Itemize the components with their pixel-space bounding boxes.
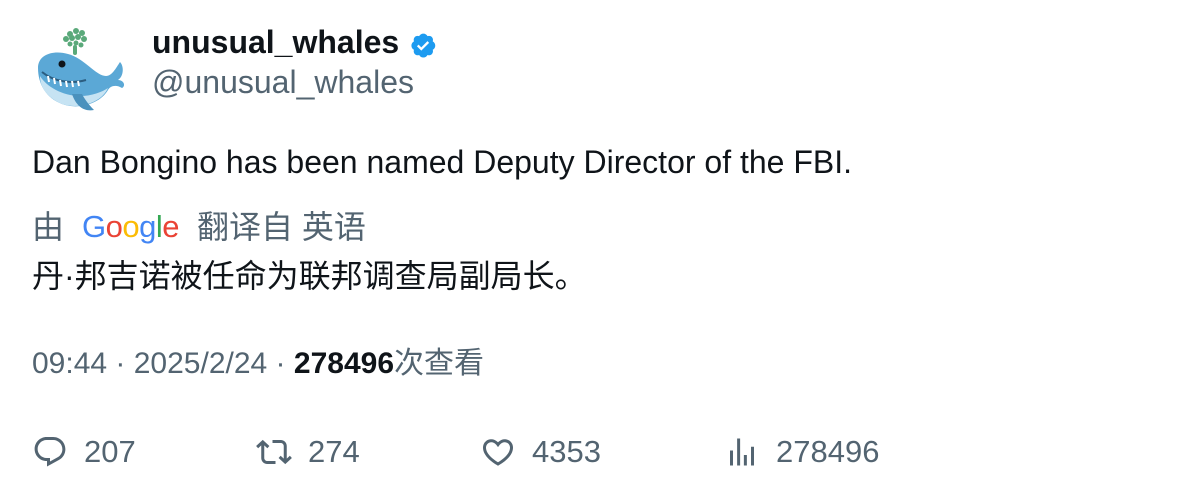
views-count: 278496 <box>293 347 394 380</box>
views-label: 次查看 <box>394 347 484 380</box>
heart-icon <box>482 439 514 466</box>
views-action-count: 278496 <box>776 434 880 469</box>
repost-button[interactable]: 274 <box>256 430 360 474</box>
reply-count: 207 <box>84 434 136 469</box>
reply-button[interactable]: 207 <box>32 430 136 474</box>
whale-icon <box>38 28 125 111</box>
tweet-text: Dan Bongino has been named Deputy Direct… <box>32 144 853 180</box>
author-name[interactable]: unusual_whales <box>152 22 437 62</box>
analytics-icon <box>730 438 754 466</box>
translation-prefix: 由 <box>32 209 65 245</box>
repost-icon <box>256 439 292 465</box>
translation-attribution: 由 Google 翻译自 英语 <box>32 207 366 247</box>
meta-separator: · <box>107 347 134 380</box>
action-bar: 207 274 4353 278496 <box>32 430 1164 474</box>
tweet-meta: 09:44 · 2025/2/24 · 278496次查看 <box>32 344 484 384</box>
like-count: 4353 <box>532 434 601 469</box>
tweet-date[interactable]: 2025/2/24 <box>134 347 267 380</box>
views-button[interactable]: 278496 <box>724 430 879 474</box>
meta-separator: · <box>267 347 294 380</box>
verified-badge-icon[interactable] <box>409 28 437 58</box>
repost-count: 274 <box>308 434 360 469</box>
tweet-time[interactable]: 09:44 <box>32 347 107 380</box>
avatar[interactable] <box>32 24 128 120</box>
like-button[interactable]: 4353 <box>480 430 601 474</box>
google-logo: Google <box>82 209 180 244</box>
translated-text: 丹·邦吉诺被任命为联邦调查局副局长。 <box>32 258 587 294</box>
display-name-text[interactable]: unusual_whales <box>152 22 399 62</box>
author-handle[interactable]: @unusual_whales <box>152 62 414 102</box>
translation-suffix[interactable]: 翻译自 英语 <box>197 207 366 247</box>
reply-icon <box>34 437 66 467</box>
